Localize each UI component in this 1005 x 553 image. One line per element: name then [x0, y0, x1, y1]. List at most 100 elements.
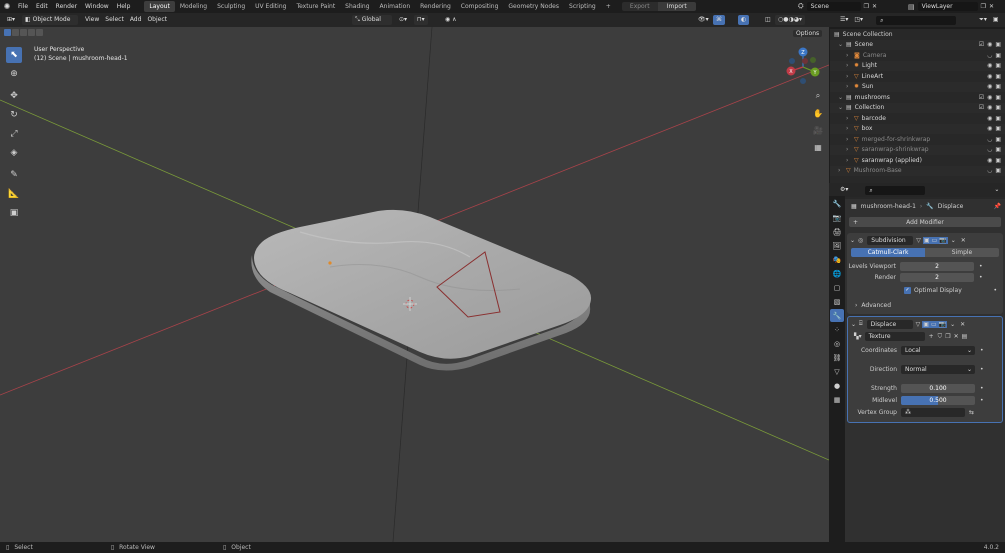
copy-icon[interactable]: ❐: [864, 3, 869, 10]
outliner-row[interactable]: › ▽ Mushroom-Base ◡ ▣: [830, 165, 1005, 176]
properties-search-input[interactable]: ⌕: [865, 185, 926, 195]
render-visibility-icon[interactable]: ▣: [995, 52, 1001, 59]
remove-modifier-icon[interactable]: ✕: [961, 237, 966, 244]
object-tab-icon[interactable]: ▧: [830, 295, 844, 308]
properties-editor-icon[interactable]: ⚙▾: [837, 185, 851, 195]
transform-orientation-dropdown[interactable]: ⤡ Global: [352, 15, 392, 25]
outliner-row[interactable]: › ✹ Sun ◉ ▣: [830, 81, 1005, 92]
copy-icon[interactable]: ❐: [945, 333, 950, 340]
keyframe-dot-icon[interactable]: •: [980, 347, 984, 354]
displace-name-field[interactable]: Displace: [866, 319, 913, 329]
texture-field[interactable]: Texture: [864, 332, 925, 341]
expand-chevron-icon[interactable]: ⌄: [838, 104, 844, 111]
outliner-search-input[interactable]: ⌕: [876, 15, 957, 25]
particles-tab-icon[interactable]: ⁘: [830, 323, 844, 336]
keyframe-dot-icon[interactable]: •: [980, 397, 984, 404]
menu-file[interactable]: File: [14, 0, 32, 13]
expand-chevron-icon[interactable]: ›: [846, 52, 852, 59]
render-visibility-icon[interactable]: ▣: [995, 167, 1001, 174]
eye-icon[interactable]: ◉: [987, 62, 992, 69]
camera-view-icon[interactable]: 🎥: [811, 123, 825, 137]
menu-window[interactable]: Window: [81, 0, 113, 13]
expand-chevron-icon[interactable]: ›: [846, 62, 852, 69]
tab-compositing[interactable]: Compositing: [456, 1, 504, 12]
outliner-row[interactable]: › ▽ LineArt ◉ ▣: [830, 71, 1005, 82]
render-visibility-icon[interactable]: ▣: [995, 115, 1001, 122]
shading-modes[interactable]: ○●◑◕▾: [775, 15, 805, 25]
edit-mode-toggle-icon[interactable]: ▽: [916, 321, 921, 328]
select-extend-icon[interactable]: [12, 29, 19, 36]
viewport-toggle-icon[interactable]: ▭: [930, 236, 939, 244]
eye-icon[interactable]: ◡: [987, 52, 992, 59]
scene-tab-icon[interactable]: 🎭: [830, 253, 844, 266]
pan-hand-icon[interactable]: ✋: [811, 106, 825, 120]
cursor-tool-icon[interactable]: ⊕: [6, 66, 22, 82]
menu-view[interactable]: View: [82, 15, 102, 25]
constraints-tab-icon[interactable]: ⛓: [830, 351, 844, 364]
render-levels-field[interactable]: 2: [900, 273, 974, 282]
eye-icon[interactable]: ◉: [987, 94, 992, 101]
select-invert-icon[interactable]: [28, 29, 35, 36]
exclude-checkbox-icon[interactable]: ☑: [979, 94, 984, 101]
remove-modifier-icon[interactable]: ✕: [960, 321, 965, 328]
measure-tool-icon[interactable]: 📐: [6, 186, 22, 202]
keyframe-dot-icon[interactable]: •: [980, 385, 984, 392]
render-tab-icon[interactable]: 📷: [830, 211, 844, 224]
expand-chevron-icon[interactable]: ›: [846, 73, 852, 80]
eye-icon[interactable]: ◉: [987, 83, 992, 90]
proportional-edit-icon[interactable]: ◉ ∧: [442, 15, 460, 25]
snap-icon[interactable]: ⊓▾: [414, 15, 428, 25]
physics-tab-icon[interactable]: ◎: [830, 337, 844, 350]
add-cube-tool-icon[interactable]: ▣: [6, 205, 22, 221]
zoom-icon[interactable]: ⌕: [811, 89, 825, 103]
overlays-icon[interactable]: ◐: [738, 15, 750, 25]
tab-rendering[interactable]: Rendering: [415, 1, 456, 12]
outliner-row[interactable]: ⌄ ▤ Scene ☑ ◉ ▣: [830, 39, 1005, 50]
output-tab-icon[interactable]: 🖨: [830, 225, 844, 238]
options-button[interactable]: Options: [793, 29, 825, 39]
transform-tool-icon[interactable]: ◈: [6, 145, 22, 161]
tab-layout[interactable]: Layout: [144, 1, 175, 12]
view-layer-tab-icon[interactable]: 🖼: [830, 239, 844, 252]
dropdown-chevron-icon[interactable]: ⌄: [991, 185, 1002, 195]
close-icon[interactable]: ✕: [989, 3, 994, 10]
strength-field[interactable]: 0.100: [901, 384, 975, 393]
eye-icon[interactable]: ◡: [987, 136, 992, 143]
tab-shading[interactable]: Shading: [340, 1, 374, 12]
select-box-tool-icon[interactable]: ⬉: [6, 47, 22, 63]
outliner-editor-icon[interactable]: ☰▾: [837, 15, 851, 25]
menu-select[interactable]: Select: [102, 15, 127, 25]
add-workspace-button[interactable]: +: [601, 1, 616, 12]
3d-viewport[interactable]: Z Y X User Perspective (12) Scene | mush…: [0, 27, 829, 542]
render-visibility-icon[interactable]: ▣: [995, 125, 1001, 132]
tab-sculpting[interactable]: Sculpting: [212, 1, 250, 12]
expand-chevron-icon[interactable]: ›: [846, 125, 852, 132]
eye-icon[interactable]: ◉: [987, 41, 992, 48]
select-subtract-icon[interactable]: [20, 29, 27, 36]
add-modifier-button[interactable]: + Add Modifier: [849, 217, 1001, 227]
vertex-group-field[interactable]: ⁂: [901, 408, 965, 417]
coordinates-dropdown[interactable]: Local ⌄: [901, 346, 975, 355]
simple-option[interactable]: Simple: [925, 248, 999, 257]
render-toggle-icon[interactable]: 📷: [937, 320, 948, 328]
modifier-tab-icon[interactable]: 🔧: [830, 309, 844, 322]
on-cage-toggle-icon[interactable]: ▣: [922, 236, 931, 244]
expand-chevron-icon[interactable]: ›: [846, 83, 852, 90]
tab-modeling[interactable]: Modeling: [175, 1, 212, 12]
viewport-toggle-icon[interactable]: ▭: [929, 320, 938, 328]
eye-icon[interactable]: ◉: [987, 104, 992, 111]
render-visibility-icon[interactable]: ▣: [995, 62, 1001, 69]
expand-chevron-icon[interactable]: ›: [846, 157, 852, 164]
scene-icon[interactable]: ⛭: [798, 2, 804, 11]
eye-icon[interactable]: ◉: [987, 125, 992, 132]
optimal-display-checkbox[interactable]: ✓: [904, 287, 911, 294]
new-collection-icon[interactable]: ▣: [990, 15, 1002, 25]
eye-icon[interactable]: ◉: [987, 73, 992, 80]
fake-user-icon[interactable]: +: [929, 333, 934, 340]
layers-icon[interactable]: ▤: [908, 3, 915, 11]
render-visibility-icon[interactable]: ▣: [995, 41, 1001, 48]
expand-chevron-icon[interactable]: ›: [838, 167, 844, 174]
mode-dropdown[interactable]: ◧ Object Mode: [22, 15, 79, 25]
pivot-icon[interactable]: ⊙▾: [396, 15, 410, 25]
menu-add[interactable]: Add: [127, 15, 145, 25]
